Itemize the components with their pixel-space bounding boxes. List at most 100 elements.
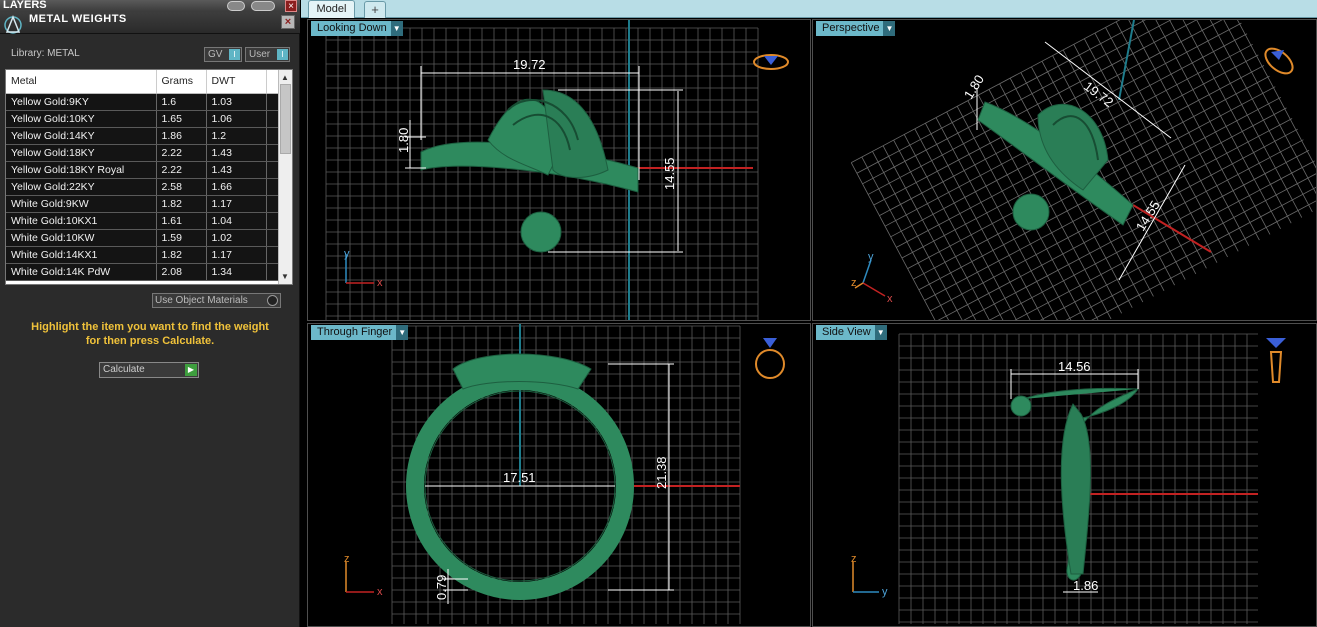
tab-model[interactable]: Model xyxy=(308,0,355,18)
dwt-cell: 1.43 xyxy=(206,144,267,162)
dwt-cell: 1.17 xyxy=(206,246,267,264)
y-axis-label: y xyxy=(882,586,888,598)
dim-width-label: 14.56 xyxy=(1058,359,1091,374)
user-library-button[interactable]: User I xyxy=(245,47,290,62)
eye-icon[interactable] xyxy=(251,1,275,11)
viewport-through-finger[interactable]: 17.51 21.38 0.79 z x Through Finger ▼ xyxy=(307,323,811,627)
z-axis-label: z xyxy=(851,277,857,289)
dim-thickness-label: 1.80 xyxy=(396,128,411,153)
metal-cell: Yellow Gold:10KY xyxy=(6,110,157,128)
dwt-cell: 1.06 xyxy=(206,110,267,128)
chevron-down-icon[interactable]: ▼ xyxy=(874,325,887,340)
table-row[interactable]: Yellow Gold:10KY 1.65 1.06 xyxy=(6,110,279,128)
calculate-button[interactable]: Calculate ▶ xyxy=(99,362,199,378)
ring-front-icon[interactable] xyxy=(755,338,785,379)
toggle-icon: I xyxy=(229,49,240,60)
metal-table: Metal Grams DWT Yellow Gold:9KY 1.6 1.03 Ye… xyxy=(5,69,293,285)
table-row[interactable]: White Gold:10KX1 1.61 1.04 xyxy=(6,212,279,230)
viewport-side-view[interactable]: 14.56 1.86 z y Side View ▼ xyxy=(812,323,1317,627)
chevron-down-icon[interactable]: ▼ xyxy=(883,21,896,36)
viewport-label[interactable]: Perspective ▼ xyxy=(816,21,896,36)
scroll-down-icon[interactable]: ▼ xyxy=(281,272,289,281)
add-tab-button[interactable]: + xyxy=(364,1,386,18)
dim-height-label: 14.55 xyxy=(662,157,677,190)
chevron-down-icon[interactable]: ▼ xyxy=(390,21,403,36)
x-axis-label: x xyxy=(377,277,383,289)
table-row[interactable]: Yellow Gold:14KY 1.86 1.2 xyxy=(6,127,279,145)
grams-cell: 2.22 xyxy=(156,144,207,162)
viewport-label[interactable]: Through Finger ▼ xyxy=(311,325,409,340)
table-row[interactable]: Yellow Gold:22KY 2.58 1.66 xyxy=(6,178,279,196)
layers-title: LAYERS xyxy=(3,0,47,11)
grams-cell: 1.6 xyxy=(156,93,207,111)
ring-top-icon[interactable] xyxy=(753,54,789,70)
gv-label: GV xyxy=(208,49,223,60)
table-header-row: Metal Grams DWT xyxy=(6,70,279,94)
use-object-materials-toggle[interactable]: Use Object Materials xyxy=(152,293,281,308)
dwt-cell: 1.2 xyxy=(206,127,267,145)
metal-cell: Yellow Gold:14KY xyxy=(6,127,157,145)
table-row[interactable]: Yellow Gold:18KY 2.22 1.43 xyxy=(6,144,279,162)
grams-cell: 1.61 xyxy=(156,212,207,230)
viewport-label[interactable]: Looking Down ▼ xyxy=(311,21,403,36)
dwt-cell: 1.43 xyxy=(206,161,267,179)
side-view-canvas: 14.56 1.86 z y xyxy=(851,333,1286,624)
dim-shank-label: 1.86 xyxy=(1073,578,1098,593)
dwt-cell: 1.02 xyxy=(206,229,267,247)
close-layers-icon[interactable]: × xyxy=(285,0,297,12)
table-row[interactable]: White Gold:10KW 1.59 1.02 xyxy=(6,229,279,247)
user-label: User xyxy=(249,49,271,60)
chevron-down-icon[interactable]: ▼ xyxy=(396,325,409,340)
column-header-metal[interactable]: Metal xyxy=(6,70,157,94)
z-axis-label: z xyxy=(851,553,857,565)
viewport-looking-down[interactable]: 19.72 1.80 14.55 y x Looking Down ▼ xyxy=(307,19,811,321)
metal-cell: White Gold:14K PdW xyxy=(6,263,157,281)
y-axis-label: y xyxy=(344,248,350,260)
dwt-cell: 1.17 xyxy=(206,195,267,213)
layers-visibility-toggle[interactable] xyxy=(227,1,245,11)
layers-title-bar: LAYERS × xyxy=(0,0,300,12)
table-row[interactable]: White Gold:14KX1 1.82 1.17 xyxy=(6,246,279,264)
viewport-label[interactable]: Side View ▼ xyxy=(816,325,887,340)
scroll-up-icon[interactable]: ▲ xyxy=(281,73,289,82)
perspective-canvas: 19.72 1.80 14.55 y x z xyxy=(850,20,1316,320)
metal-cell: Yellow Gold:22KY xyxy=(6,178,157,196)
dim-inner-diameter-label: 17.51 xyxy=(503,470,536,485)
close-icon[interactable]: × xyxy=(281,15,295,29)
table-row[interactable]: White Gold:14K PdW 2.08 1.34 xyxy=(6,263,279,281)
library-label: Library: METAL xyxy=(11,48,80,59)
y-axis-label: y xyxy=(868,251,874,263)
calculate-label: Calculate xyxy=(103,364,145,375)
dim-height-label: 21.38 xyxy=(654,456,669,489)
metal-weights-header: METAL WEIGHTS × xyxy=(0,12,300,34)
through-finger-canvas: 17.51 21.38 0.79 z x xyxy=(344,324,785,624)
metal-cell: White Gold:14KX1 xyxy=(6,246,157,264)
table-scrollbar[interactable]: ▲ ▼ xyxy=(278,70,292,284)
ring-side-icon[interactable] xyxy=(1266,338,1286,383)
dwt-cell: 1.03 xyxy=(206,93,267,111)
scroll-thumb[interactable] xyxy=(280,84,291,154)
column-header-grams[interactable]: Grams xyxy=(156,70,207,94)
looking-down-canvas: 19.72 1.80 14.55 y x xyxy=(325,20,789,320)
gv-library-button[interactable]: GV I xyxy=(204,47,242,62)
table-row[interactable]: White Gold:9KW 1.82 1.17 xyxy=(6,195,279,213)
metal-cell: Yellow Gold:9KY xyxy=(6,93,157,111)
table-row[interactable]: Yellow Gold:18KY Royal 2.22 1.43 xyxy=(6,161,279,179)
instruction-text: Highlight the item you want to find the … xyxy=(31,321,269,347)
grams-cell: 1.59 xyxy=(156,229,207,247)
ring-perspective-icon[interactable] xyxy=(1261,44,1297,78)
dwt-cell: 1.34 xyxy=(206,263,267,281)
x-axis-label: x xyxy=(377,586,383,598)
metal-cell: White Gold:10KW xyxy=(6,229,157,247)
table-row[interactable]: Yellow Gold:9KY 1.6 1.03 xyxy=(6,93,279,111)
grams-cell: 1.82 xyxy=(156,195,207,213)
metal-cell: White Gold:9KW xyxy=(6,195,157,213)
grams-cell: 1.86 xyxy=(156,127,207,145)
z-axis-label: z xyxy=(344,553,350,565)
metal-cell: Yellow Gold:18KY xyxy=(6,144,157,162)
gemvision-logo-icon xyxy=(4,14,22,34)
grams-cell: 1.82 xyxy=(156,246,207,264)
column-header-dwt[interactable]: DWT xyxy=(206,70,267,94)
dim-thickness-label: 0.79 xyxy=(434,575,449,600)
viewport-perspective[interactable]: 19.72 1.80 14.55 y x z Perspective ▼ xyxy=(812,19,1317,321)
